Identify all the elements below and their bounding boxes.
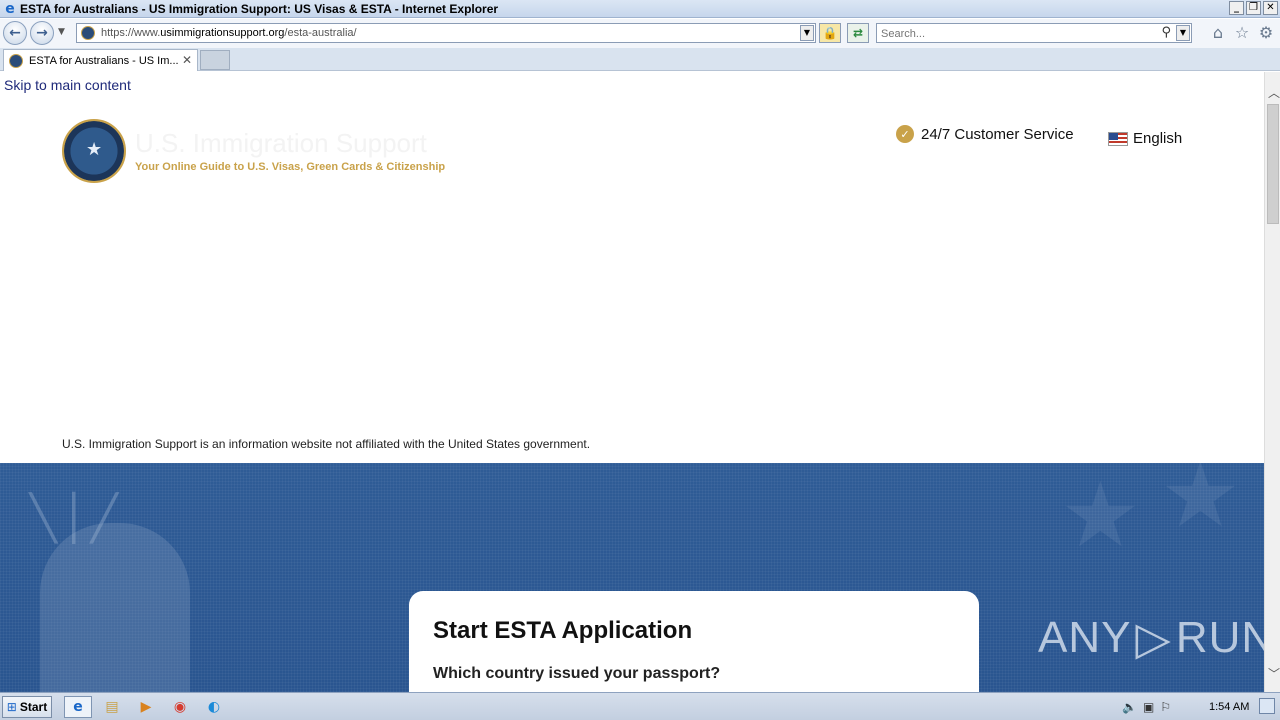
play-triangle-icon: ▷ <box>1135 611 1172 665</box>
show-desktop-button[interactable] <box>1259 698 1275 714</box>
language-selector[interactable]: English <box>1108 130 1182 147</box>
windows-logo-icon: ⊞ <box>6 700 17 714</box>
start-button[interactable]: ⊞ Start <box>2 696 52 718</box>
background-star-icon: ★ <box>1160 463 1241 548</box>
url-prefix: https://www. <box>101 27 161 39</box>
back-button[interactable]: ← <box>3 21 27 45</box>
check-badge-icon: ✓ <box>896 125 914 143</box>
window-controls: _ ❐ ✕ <box>1229 1 1278 15</box>
language-label: English <box>1133 130 1183 147</box>
hero-banner: ╲│╱ ★ ★ Start ESTA Application Which cou… <box>0 463 1264 692</box>
card-title: Start ESTA Application <box>433 617 693 644</box>
scroll-up-icon[interactable]: ︿ <box>1268 84 1280 101</box>
search-dropdown-icon[interactable]: ▼ <box>1176 25 1190 41</box>
url-host: usimmigrationsupport.org <box>160 27 285 39</box>
forward-arrow-icon: → <box>36 25 48 41</box>
us-flag-icon <box>1108 131 1128 146</box>
tab-esta-australians[interactable]: ESTA for Australians - US Im... ✕ <box>3 49 198 71</box>
tab-label: ESTA for Australians - US Im... <box>29 54 179 67</box>
anyrun-watermark: ANY ▷ RUN <box>1038 611 1264 665</box>
close-button[interactable]: ✕ <box>1263 1 1278 15</box>
file-explorer-taskbar-icon[interactable]: ▤ <box>98 696 126 718</box>
refresh-icon[interactable]: ⇄ <box>847 23 869 43</box>
site-logo-seal-icon[interactable]: ★ <box>62 119 126 183</box>
tab-favicon-icon <box>9 53 23 68</box>
url-path: /esta-australia/ <box>284 27 357 39</box>
window-titlebar: e ESTA for Australians - US Immigration … <box>0 0 1280 18</box>
site-favicon-icon <box>81 26 95 40</box>
customer-service-label: 24/7 Customer Service <box>921 125 1074 143</box>
search-icon[interactable]: ⚲ <box>1161 25 1171 40</box>
taskbar: ⊞ Start e ▤ ▶ ◉ ◐ 🔈 ▣ ⚐ 1:54 AM <box>0 692 1280 720</box>
home-icon[interactable]: ⌂ <box>1210 24 1226 42</box>
back-arrow-icon: ← <box>9 25 21 41</box>
tab-close-icon[interactable]: ✕ <box>182 53 192 67</box>
page-content: Skip to main content ★ U.S. Immigration … <box>0 72 1264 692</box>
scroll-thumb[interactable] <box>1267 104 1279 224</box>
vertical-scrollbar[interactable]: ︿ ﹀ <box>1264 72 1280 692</box>
address-bar[interactable]: https://www.usimmigrationsupport.org/est… <box>76 23 816 43</box>
history-dropdown-icon[interactable]: ▼ <box>58 27 65 37</box>
volume-icon[interactable]: 🔈 <box>1122 700 1137 714</box>
statue-crown-icon: ╲│╱ <box>30 493 122 544</box>
ie-logo-icon: e <box>5 0 15 17</box>
address-url[interactable]: https://www.usimmigrationsupport.org/est… <box>101 27 357 39</box>
disclaimer-text: U.S. Immigration Support is an informati… <box>62 437 591 451</box>
skip-to-main-link[interactable]: Skip to main content <box>4 77 131 93</box>
window-title: ESTA for Australians - US Immigration Su… <box>20 1 499 16</box>
restore-button[interactable]: ❐ <box>1246 1 1261 15</box>
network-icon[interactable]: ▣ <box>1143 700 1154 714</box>
action-center-flag-icon[interactable]: ⚐ <box>1160 700 1171 714</box>
chrome-taskbar-icon[interactable]: ◉ <box>166 696 194 718</box>
address-dropdown-icon[interactable]: ▼ <box>800 25 814 41</box>
background-star-icon: ★ <box>1060 463 1141 568</box>
media-player-taskbar-icon[interactable]: ▶ <box>132 696 160 718</box>
new-tab-button[interactable] <box>200 50 230 70</box>
passport-country-question: Which country issued your passport? <box>433 665 721 682</box>
minimize-button[interactable]: _ <box>1229 1 1244 15</box>
brand-title[interactable]: U.S. Immigration Support <box>135 128 427 159</box>
watermark-left-text: ANY <box>1038 613 1132 662</box>
esta-application-card: Start ESTA Application Which country iss… <box>409 591 979 692</box>
navigation-bar: ← → ▼ https://www.usimmigrationsupport.o… <box>0 19 1280 48</box>
scroll-down-icon[interactable]: ﹀ <box>1268 665 1280 682</box>
internet-explorer-taskbar-icon[interactable]: e <box>64 696 92 718</box>
tab-strip: ESTA for Australians - US Im... ✕ <box>0 48 1280 71</box>
taskbar-pinned-apps: e ▤ ▶ ◉ ◐ <box>64 696 228 718</box>
lock-icon[interactable]: 🔒 <box>819 23 841 43</box>
brand-tagline: Your Online Guide to U.S. Visas, Green C… <box>135 161 446 173</box>
watermark-right-text: RUN <box>1175 613 1264 662</box>
toolbar-icons: ⌂ ☆ ⚙ <box>1210 24 1274 42</box>
forward-button[interactable]: → <box>30 21 54 45</box>
search-box[interactable]: ⚲ ▼ <box>876 23 1192 43</box>
logo-star-icon: ★ <box>86 139 103 160</box>
settings-gear-icon[interactable]: ⚙ <box>1258 24 1274 42</box>
favorites-star-icon[interactable]: ☆ <box>1234 24 1250 42</box>
customer-service-link[interactable]: ✓ 24/7 Customer Service <box>896 125 1074 143</box>
system-tray: 🔈 ▣ ⚐ <box>1122 696 1171 718</box>
start-label: Start <box>19 700 48 714</box>
edge-taskbar-icon[interactable]: ◐ <box>200 696 228 718</box>
taskbar-clock[interactable]: 1:54 AM <box>1209 701 1249 713</box>
search-input[interactable] <box>877 25 1147 43</box>
